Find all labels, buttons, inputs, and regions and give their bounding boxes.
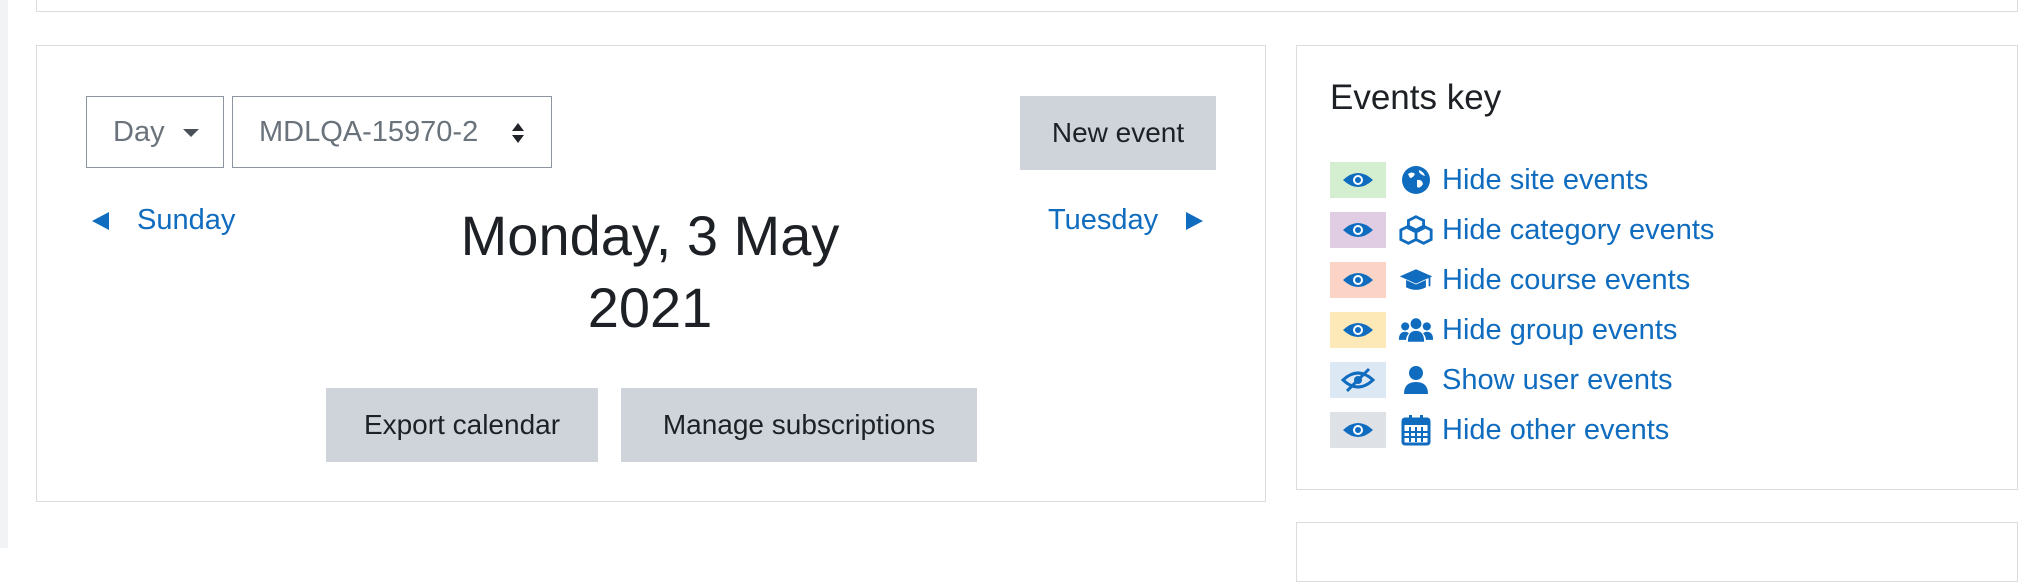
key-row-course[interactable]: Hide course events <box>1330 260 1690 300</box>
key-label-category: Hide category events <box>1442 213 1715 246</box>
key-label-site: Hide site events <box>1442 163 1649 196</box>
day-title: Monday, 3 May 2021 <box>420 200 880 344</box>
day-title-line2: 2021 <box>587 276 713 339</box>
page-left-edge <box>0 0 8 548</box>
key-label-group: Hide group events <box>1442 313 1678 346</box>
next-block <box>1296 522 2018 582</box>
events-key-title: Events key <box>1330 78 1502 117</box>
key-row-category[interactable]: Hide category events <box>1330 210 1714 250</box>
user-events-swatch <box>1330 362 1386 398</box>
key-row-site[interactable]: Hide site events <box>1330 160 1648 200</box>
new-event-button[interactable]: New event <box>1020 96 1216 170</box>
key-label-course: Hide course events <box>1442 263 1691 296</box>
cubes-icon <box>1398 212 1434 248</box>
view-select-value: Day <box>113 115 165 148</box>
eye-icon <box>1343 223 1373 237</box>
calendar-icon <box>1398 412 1434 448</box>
eye-icon <box>1343 173 1373 187</box>
user-icon <box>1398 362 1434 398</box>
next-day-link[interactable]: Tuesday <box>1048 204 1204 237</box>
day-title-line1: Monday, 3 May <box>460 204 840 267</box>
other-events-swatch <box>1330 412 1386 448</box>
group-events-swatch <box>1330 312 1386 348</box>
eye-icon <box>1343 273 1373 287</box>
eye-icon <box>1343 323 1373 337</box>
key-label-other: Hide other events <box>1442 413 1670 446</box>
manage-subscriptions-button[interactable]: Manage subscriptions <box>621 388 977 462</box>
next-day-label: Tuesday <box>1048 204 1159 236</box>
view-select[interactable]: Day <box>86 96 224 168</box>
users-icon <box>1398 312 1434 348</box>
sort-arrows-icon <box>512 123 524 143</box>
eye-icon <box>1343 423 1373 437</box>
export-calendar-button[interactable]: Export calendar <box>326 388 598 462</box>
previous-day-link[interactable]: Sunday <box>92 204 235 237</box>
key-row-user[interactable]: Show user events <box>1330 360 1673 400</box>
key-label-user: Show user events <box>1442 363 1673 396</box>
category-events-swatch <box>1330 212 1386 248</box>
key-row-group[interactable]: Hide group events <box>1330 310 1677 350</box>
caret-left-icon <box>92 211 109 230</box>
course-select-value: MDLQA-15970-2 <box>259 115 479 148</box>
top-block <box>36 0 2018 12</box>
course-select[interactable]: MDLQA-15970-2 <box>232 96 552 168</box>
globe-icon <box>1398 162 1434 198</box>
eye-slash-icon <box>1341 367 1375 393</box>
course-events-swatch <box>1330 262 1386 298</box>
key-row-other[interactable]: Hide other events <box>1330 410 1669 450</box>
site-events-swatch <box>1330 162 1386 198</box>
graduation-cap-icon <box>1398 262 1434 298</box>
caret-right-icon <box>1186 211 1204 230</box>
previous-day-label: Sunday <box>137 204 236 236</box>
chevron-down-icon <box>183 129 199 137</box>
